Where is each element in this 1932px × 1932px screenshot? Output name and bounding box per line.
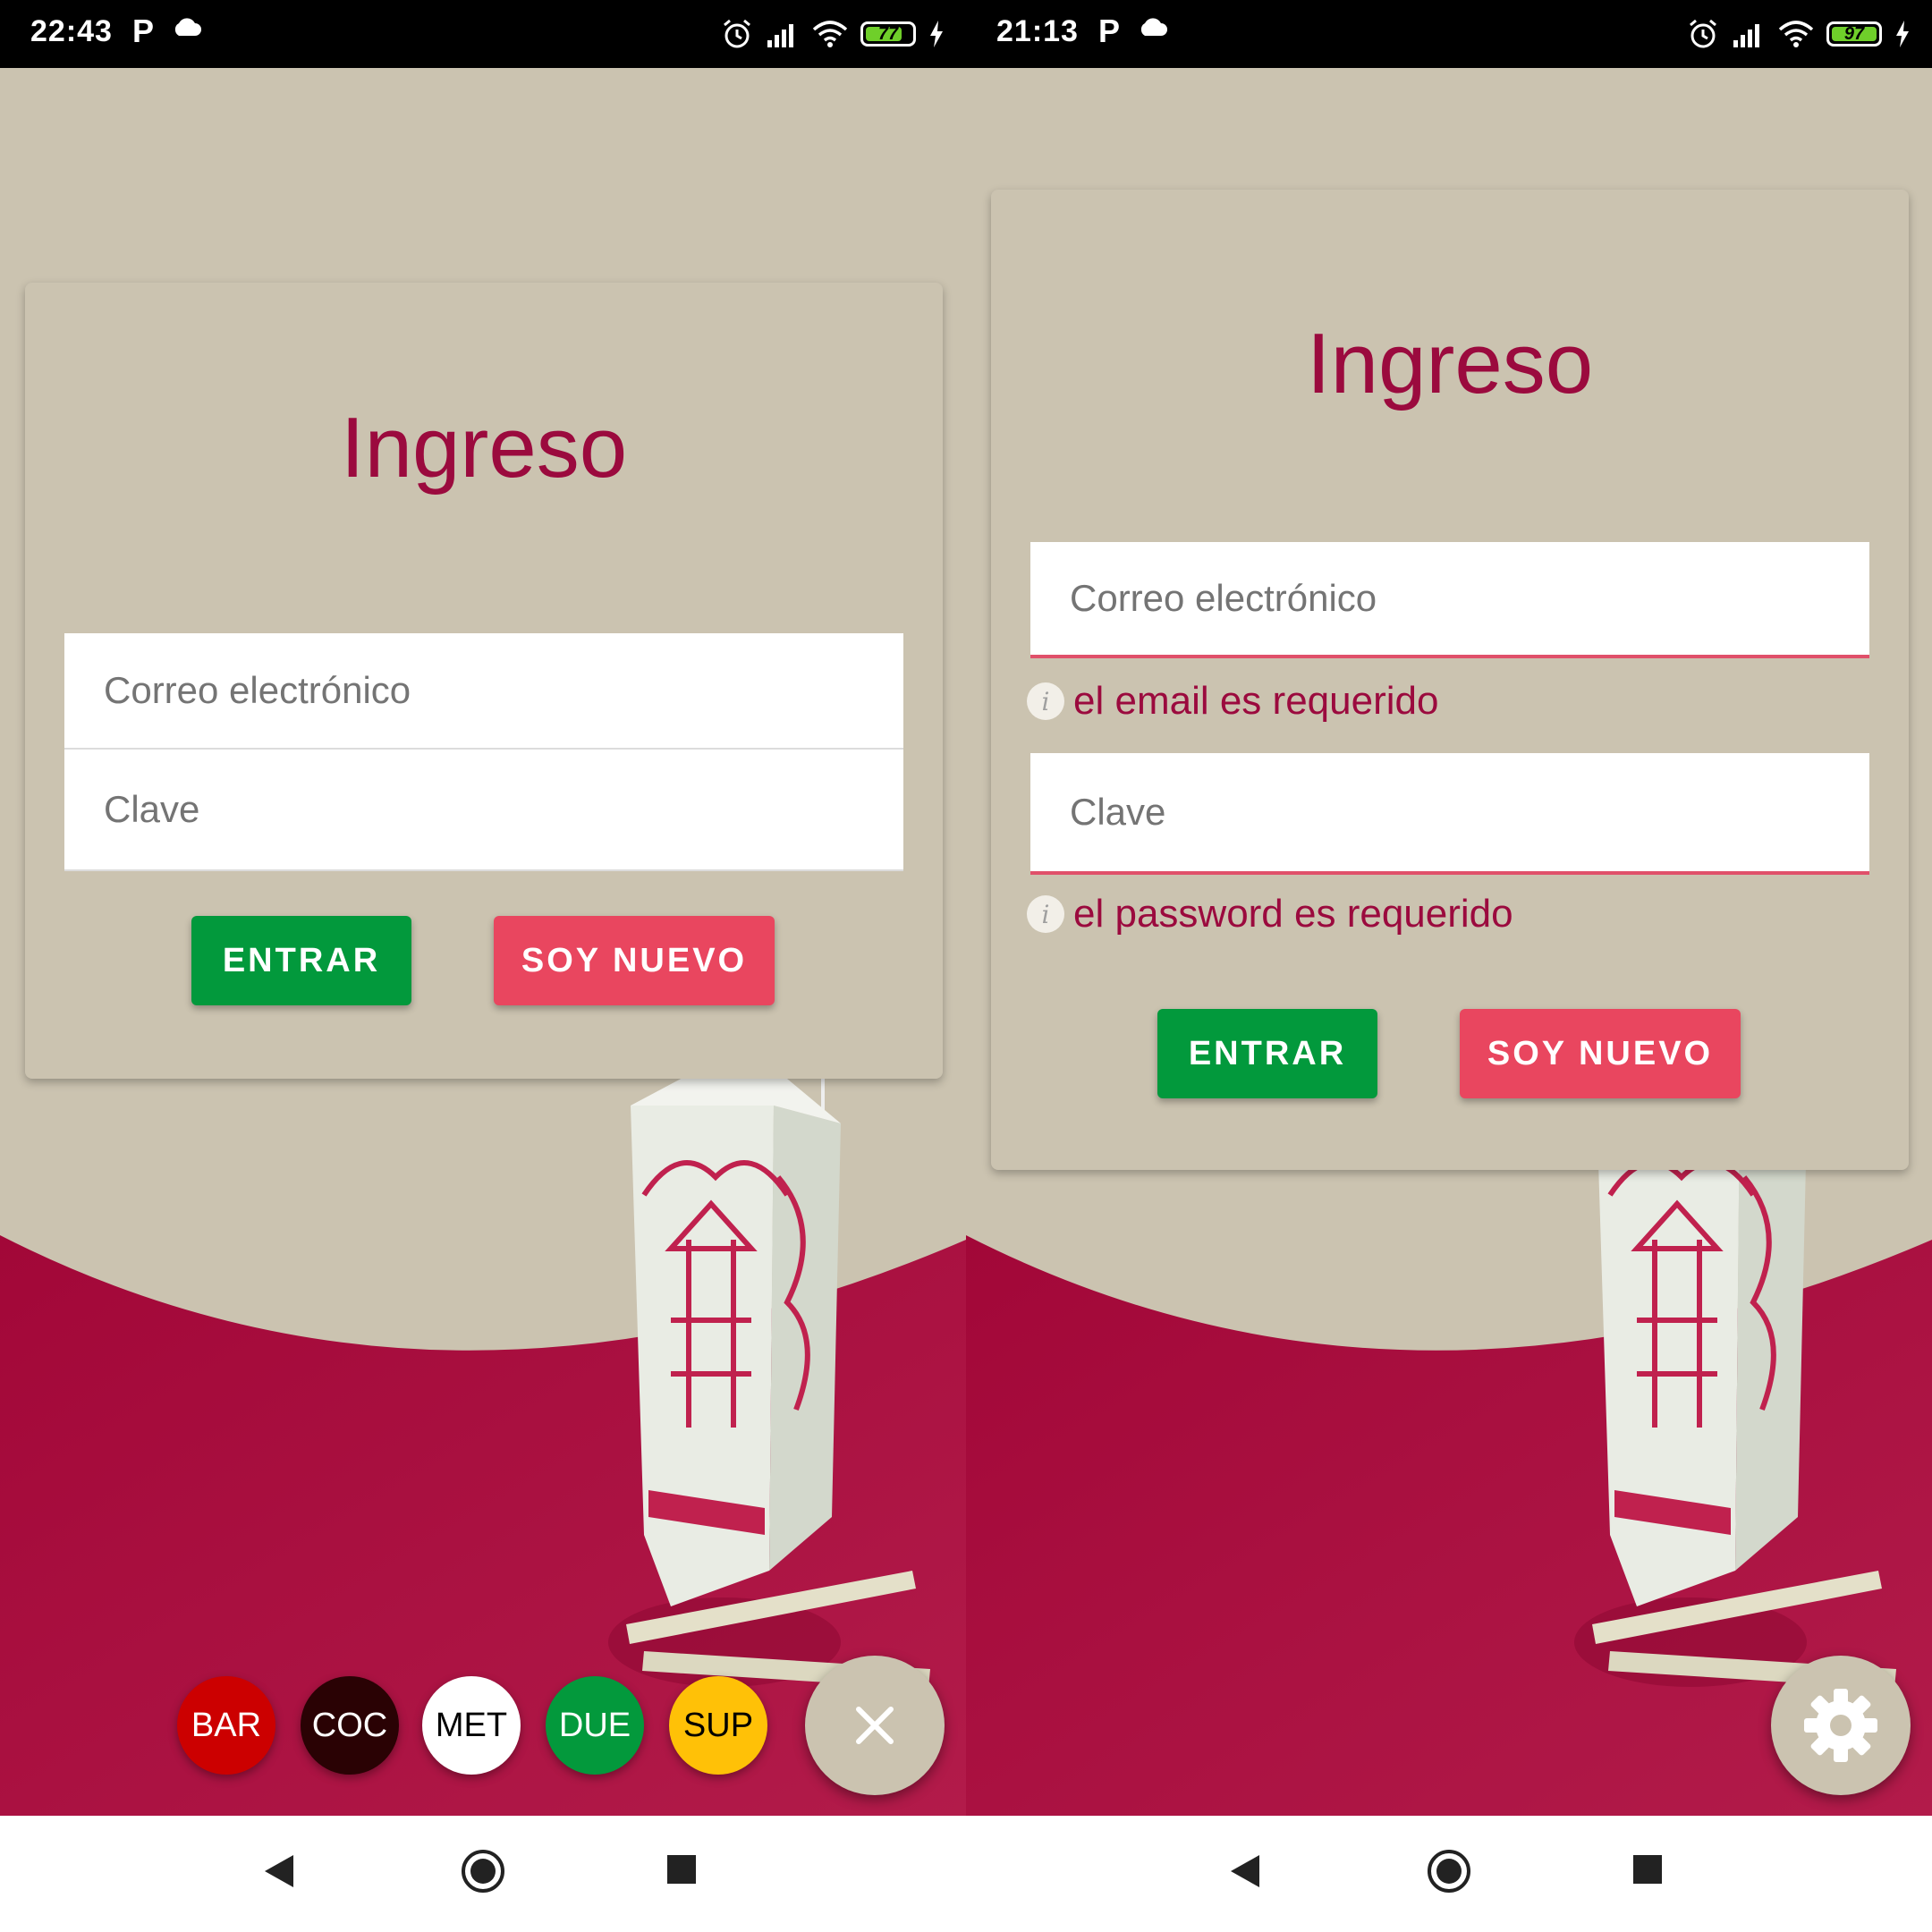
- signal-icon: [767, 24, 793, 47]
- navigation-bar: [0, 1816, 966, 1932]
- screen-login-errors: 21:13 P 97 Ingreso Correo electrónico i …: [966, 0, 1932, 1932]
- parking-notification-icon: P: [1098, 13, 1121, 49]
- battery-level: 77: [877, 24, 899, 44]
- dial-met-button[interactable]: MET: [422, 1676, 521, 1775]
- enter-button[interactable]: ENTRAR: [191, 916, 411, 1005]
- home-icon[interactable]: [460, 1848, 506, 1894]
- battery-icon: 97: [1826, 21, 1882, 47]
- email-placeholder: Correo electrónico: [1070, 577, 1377, 619]
- back-icon[interactable]: [1227, 1852, 1263, 1891]
- info-icon: i: [1027, 895, 1064, 933]
- battery-level: 97: [1843, 24, 1865, 44]
- password-placeholder: Clave: [1070, 791, 1166, 833]
- wifi-icon: [812, 21, 848, 47]
- fab-settings-button[interactable]: [1771, 1656, 1911, 1795]
- status-bar: 21:13 P 97: [966, 0, 1932, 68]
- page-title: Ingreso: [1306, 316, 1594, 411]
- close-icon: [856, 1707, 894, 1744]
- email-field[interactable]: Correo electrónico: [1030, 542, 1869, 658]
- password-field[interactable]: Clave: [64, 750, 903, 871]
- battery-icon: 77: [860, 21, 916, 47]
- cloud-icon: [174, 18, 201, 36]
- dial-bar-button[interactable]: BAR: [177, 1676, 275, 1775]
- password-error-text: el password es requerido: [1073, 892, 1513, 936]
- page-title: Ingreso: [340, 400, 628, 496]
- cloud-icon: [1140, 18, 1167, 36]
- wifi-icon: [1778, 21, 1814, 47]
- status-bar: 22:43 P 77: [0, 0, 966, 68]
- password-placeholder: Clave: [104, 788, 200, 830]
- charging-icon: [930, 21, 943, 47]
- alarm-icon: [724, 19, 750, 48]
- login-card: Ingreso Correo electrónico i el email es…: [991, 190, 1909, 1170]
- email-error-text: el email es requerido: [1073, 679, 1439, 723]
- signal-icon: [1733, 24, 1759, 47]
- enter-button[interactable]: ENTRAR: [1157, 1009, 1377, 1098]
- email-error: i el email es requerido: [1027, 674, 1438, 728]
- alarm-icon: [1690, 19, 1716, 48]
- navigation-bar: [966, 1816, 1932, 1932]
- takeout-box-image: [608, 962, 930, 1689]
- parking-notification-icon: P: [132, 13, 155, 49]
- new-user-button[interactable]: SOY NUEVO: [494, 916, 775, 1005]
- dial-sup-button[interactable]: SUP: [669, 1676, 767, 1775]
- back-icon[interactable]: [261, 1852, 297, 1891]
- gear-icon: [1804, 1689, 1877, 1762]
- info-icon: i: [1027, 682, 1064, 720]
- status-time: 21:13: [996, 14, 1079, 48]
- email-field[interactable]: Correo electrónico: [64, 633, 903, 750]
- dial-due-button[interactable]: DUE: [546, 1676, 644, 1775]
- email-placeholder: Correo electrónico: [104, 669, 411, 711]
- screen-login: 22:43 P 77 Ingreso Correo electrónico Cl…: [0, 0, 966, 1932]
- home-icon[interactable]: [1426, 1848, 1472, 1894]
- dial-coc-button[interactable]: COC: [301, 1676, 399, 1775]
- charging-icon: [1896, 21, 1909, 47]
- fab-close-button[interactable]: [805, 1656, 945, 1795]
- password-field[interactable]: Clave: [1030, 753, 1869, 875]
- login-card: Ingreso Correo electrónico Clave ENTRAR …: [25, 283, 943, 1079]
- password-error: i el password es requerido: [1027, 887, 1513, 941]
- new-user-button[interactable]: SOY NUEVO: [1460, 1009, 1741, 1098]
- recents-icon[interactable]: [1631, 1853, 1664, 1885]
- status-time: 22:43: [30, 14, 113, 48]
- recents-icon[interactable]: [665, 1853, 698, 1885]
